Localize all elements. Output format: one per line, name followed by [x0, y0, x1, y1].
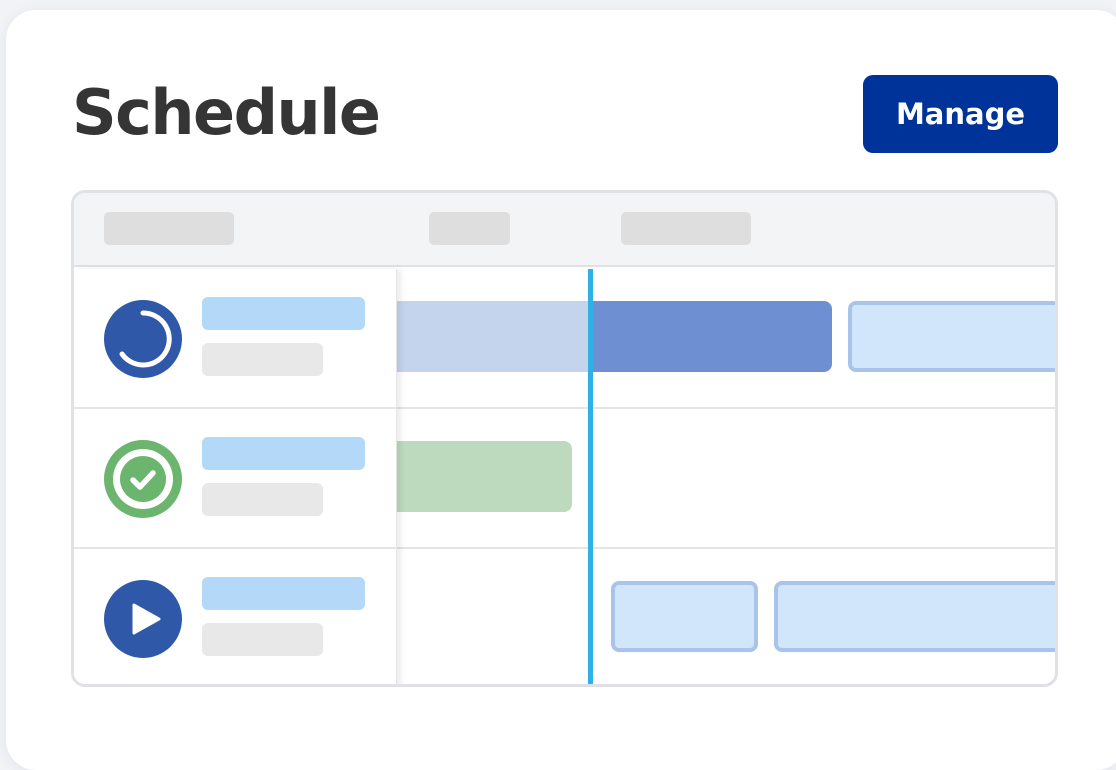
page-title: Schedule [72, 76, 381, 149]
task-name-placeholder [202, 577, 365, 610]
task-bar-pending[interactable] [611, 581, 758, 652]
check-circle-icon [103, 439, 183, 519]
task-detail-placeholder [202, 483, 323, 516]
header-placeholder [104, 212, 234, 245]
task-bar-in-progress[interactable] [588, 301, 832, 372]
task-row[interactable] [74, 269, 397, 409]
task-name-placeholder [202, 297, 365, 330]
header-placeholder [429, 212, 510, 245]
schedule-card: Schedule Manage [6, 10, 1116, 770]
current-time-indicator [588, 269, 593, 684]
header-placeholder [621, 212, 751, 245]
task-bar-pending[interactable] [848, 301, 1055, 372]
schedule-timeline [71, 190, 1058, 687]
task-list-column [74, 269, 397, 684]
in-progress-icon [103, 299, 183, 379]
task-row[interactable] [74, 549, 397, 684]
play-icon [103, 579, 183, 659]
task-bar-pending[interactable] [774, 581, 1055, 652]
task-name-placeholder [202, 437, 365, 470]
task-detail-placeholder [202, 343, 323, 376]
task-detail-placeholder [202, 623, 323, 656]
timeline-header [74, 193, 1055, 267]
task-bar-in-progress-past[interactable] [374, 301, 604, 372]
task-row[interactable] [74, 409, 397, 549]
manage-button[interactable]: Manage [863, 75, 1058, 153]
task-bar-complete[interactable] [374, 441, 572, 512]
